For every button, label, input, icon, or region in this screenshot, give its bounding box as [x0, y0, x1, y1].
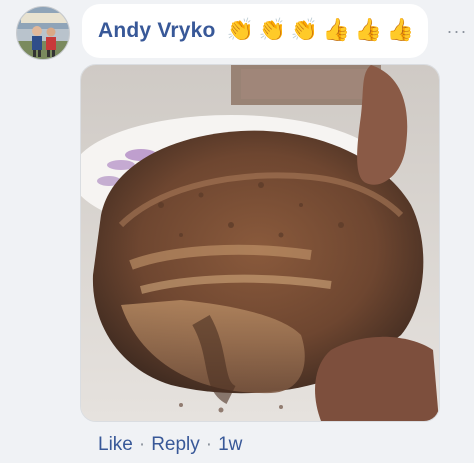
reply-link[interactable]: Reply: [151, 434, 200, 456]
comment: Andy Vryko 👏 👏 👏 👍 👍 👍 ··· Like · Reply …: [0, 0, 474, 463]
thumbs-up-emoji: 👍: [322, 18, 351, 43]
thumbs-up-emoji: 👍: [354, 18, 383, 43]
separator: ·: [205, 434, 213, 455]
like-link[interactable]: Like: [98, 434, 133, 456]
avatar-image: [17, 7, 69, 59]
clapping-hands-emoji: 👏: [226, 18, 255, 43]
avatar[interactable]: [16, 6, 70, 60]
food-photo-image: [81, 65, 439, 421]
thumbs-up-emoji: 👍: [386, 18, 415, 43]
reaction-emojis: 👏 👏 👏 👍 👍 👍: [226, 20, 416, 42]
separator: ·: [138, 434, 146, 455]
comment-actions: Like · Reply · 1w: [98, 432, 242, 458]
timestamp[interactable]: 1w: [218, 434, 242, 456]
author-name[interactable]: Andy Vryko: [98, 19, 216, 43]
comment-bubble: Andy Vryko 👏 👏 👏 👍 👍 👍: [82, 4, 428, 58]
comment-photo[interactable]: [80, 64, 440, 422]
clapping-hands-emoji: 👏: [258, 18, 287, 43]
clapping-hands-emoji: 👏: [290, 18, 319, 43]
more-horizontal-icon[interactable]: ···: [444, 18, 470, 44]
